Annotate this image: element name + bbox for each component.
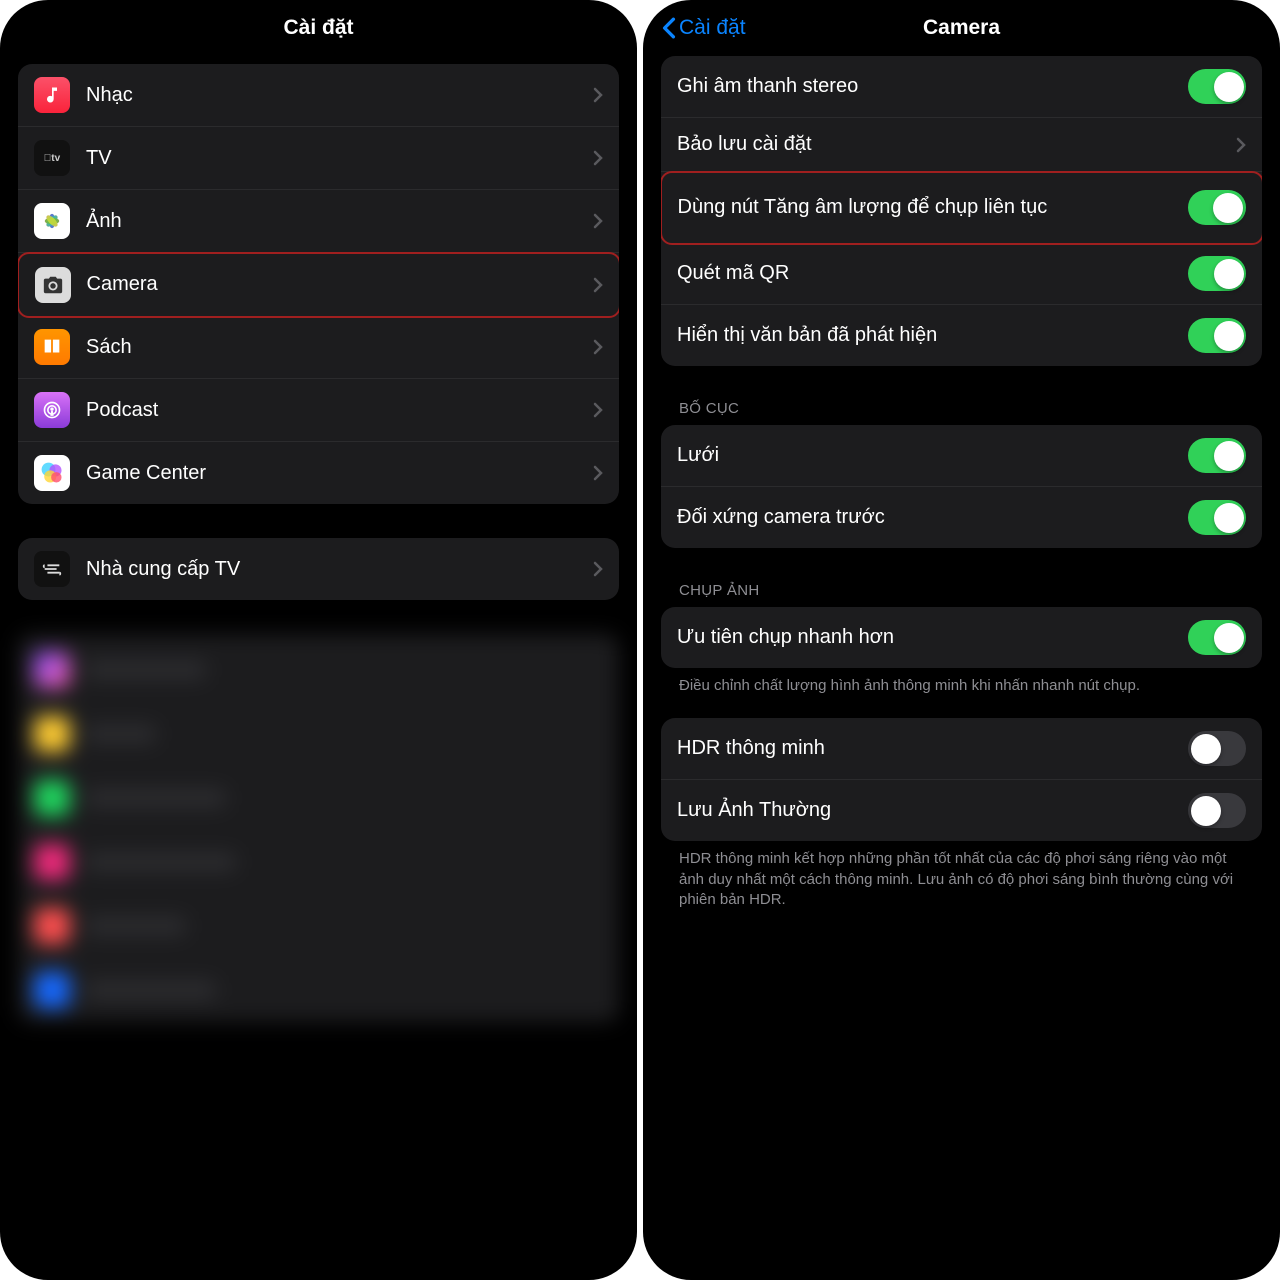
books-icon [34,329,70,365]
row-label: Ưu tiên chụp nhanh hơn [677,625,1188,650]
row-label: HDR thông minh [677,736,1188,761]
camera-settings-pane: Cài đặt Camera Ghi âm thanh stereo Bảo l… [643,0,1280,1280]
row-label: Lưu Ảnh Thường [677,798,1188,823]
row-label: Hiển thị văn bản đã phát hiện [677,323,1188,348]
chevron-right-icon [593,277,603,293]
camera-group-top: Ghi âm thanh stereo Bảo lưu cài đặt Dùng… [661,56,1262,366]
chevron-right-icon [593,561,603,577]
row-label: Lưới [677,443,1188,468]
photos-icon [34,203,70,239]
row-books[interactable]: Sách [18,316,619,379]
row-volume-burst: Dùng nút Tăng âm lượng để chụp liên tục [661,171,1262,245]
chevron-right-icon [1236,137,1246,153]
row-label: Nhạc [86,83,585,108]
chevron-right-icon [593,465,603,481]
row-camera[interactable]: Camera [18,252,619,318]
section-header-capture: CHỤP ẢNH [661,574,1262,607]
chevron-right-icon [593,402,603,418]
section-header-layout: BỐ CỤC [661,392,1262,425]
row-label: Camera [87,272,585,297]
back-label: Cài đặt [679,16,746,40]
toggle-smart-hdr[interactable] [1188,731,1246,766]
row-label: Dùng nút Tăng âm lượng để chụp liên tục [678,195,1188,220]
chevron-right-icon [593,339,603,355]
row-label: Quét mã QR [677,261,1188,286]
row-prioritize-faster: Ưu tiên chụp nhanh hơn [661,607,1262,668]
row-music[interactable]: Nhạc [18,64,619,127]
row-keep-normal: Lưu Ảnh Thường [661,780,1262,841]
toggle-stereo[interactable] [1188,69,1246,104]
row-game-center[interactable]: Game Center [18,442,619,504]
row-preserve-settings[interactable]: Bảo lưu cài đặt [661,118,1262,172]
settings-group-media: Nhạc tv TV [18,64,619,504]
row-label: TV [86,146,585,171]
chevron-right-icon [593,150,603,166]
row-tv[interactable]: tv TV [18,127,619,190]
toggle-detected-text[interactable] [1188,318,1246,353]
camera-group-hdr: HDR thông minh Lưu Ảnh Thường [661,718,1262,841]
tv-provider-icon [34,551,70,587]
music-icon [34,77,70,113]
nav-bar: Cài đặt Camera [661,0,1262,56]
camera-group-layout: Lưới Đối xứng camera trước [661,425,1262,548]
row-tv-provider[interactable]: Nhà cung cấp TV [18,538,619,600]
row-label: Ảnh [86,209,585,234]
row-label: Game Center [86,461,585,486]
toggle-keep-normal[interactable] [1188,793,1246,828]
row-label: Ghi âm thanh stereo [677,74,1188,99]
hdr-footer: HDR thông minh kết hợp những phần tốt nh… [661,841,1262,932]
settings-pane: Cài đặt Nhạc tv TV [0,0,637,1280]
toggle-mirror-front[interactable] [1188,500,1246,535]
camera-icon [35,267,71,303]
row-label: Đối xứng camera trước [677,505,1188,530]
row-detected-text: Hiển thị văn bản đã phát hiện [661,305,1262,366]
settings-group-provider: Nhà cung cấp TV [18,538,619,600]
chevron-right-icon [593,213,603,229]
row-label: Bảo lưu cài đặt [677,132,1228,157]
nav-bar: Cài đặt [18,0,619,56]
row-stereo-audio: Ghi âm thanh stereo [661,56,1262,118]
toggle-scan-qr[interactable] [1188,256,1246,291]
row-photos[interactable]: Ảnh [18,190,619,253]
row-scan-qr: Quét mã QR [661,243,1262,305]
row-label: Nhà cung cấp TV [86,557,585,582]
chevron-right-icon [593,87,603,103]
row-mirror-front: Đối xứng camera trước [661,487,1262,548]
row-smart-hdr: HDR thông minh [661,718,1262,780]
tv-icon: tv [34,140,70,176]
row-label: Podcast [86,398,585,423]
camera-group-capture: Ưu tiên chụp nhanh hơn [661,607,1262,668]
toggle-grid[interactable] [1188,438,1246,473]
toggle-prioritize-faster[interactable] [1188,620,1246,655]
page-title: Cài đặt [283,16,353,40]
toggle-volume-burst[interactable] [1188,190,1246,225]
row-grid: Lưới [661,425,1262,487]
podcast-icon [34,392,70,428]
row-label: Sách [86,335,585,360]
game-center-icon [34,455,70,491]
capture-footer: Điều chỉnh chất lượng hình ảnh thông min… [661,668,1262,718]
back-button[interactable]: Cài đặt [661,16,746,40]
row-podcast[interactable]: Podcast [18,379,619,442]
page-title: Camera [923,16,1000,40]
settings-group-blurred [18,634,619,1022]
